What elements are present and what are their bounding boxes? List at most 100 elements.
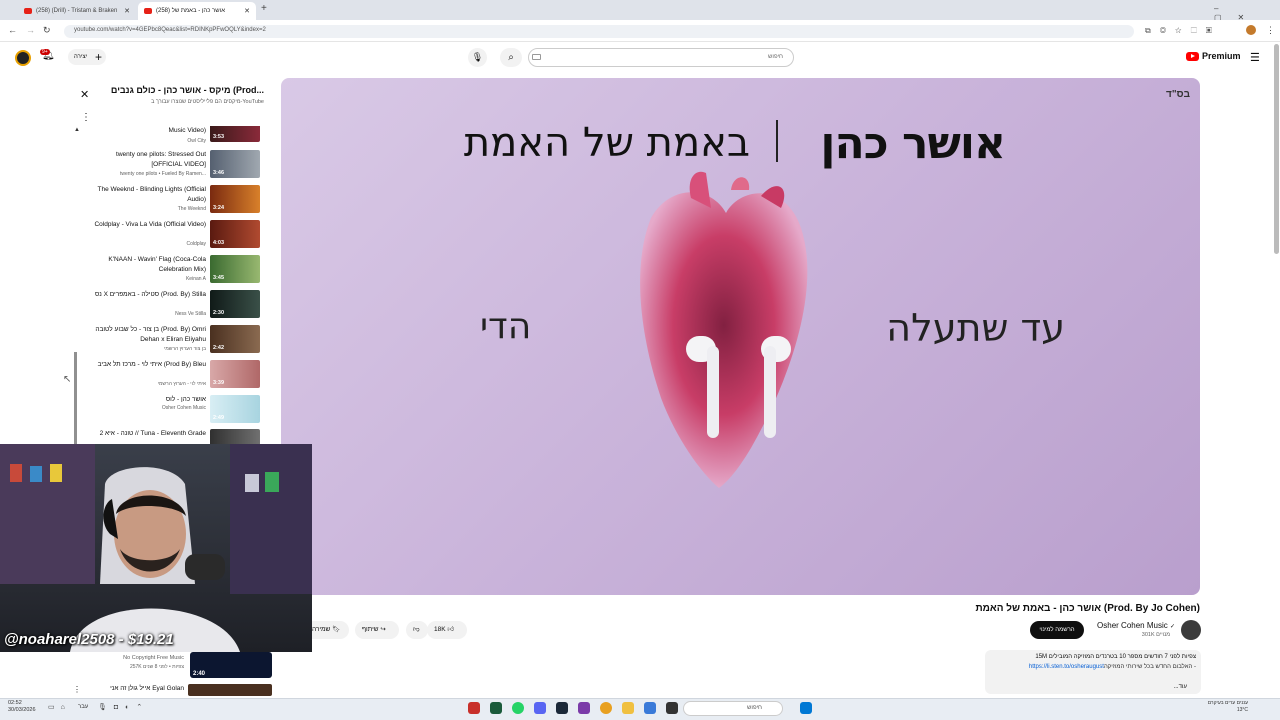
duration-badge: 4:03: [213, 240, 225, 246]
create-button[interactable]: יצירה +: [68, 49, 106, 65]
taskbar-app-icon-3[interactable]: [644, 702, 656, 714]
windows-start-icon[interactable]: [800, 702, 812, 714]
cover-song-title: באמת של האמת: [463, 120, 750, 166]
discord-icon[interactable]: [534, 702, 546, 714]
browser-toolbar-icons[interactable]: ⧉◎☆⬚▣: [1145, 26, 1221, 36]
item-more-icon[interactable]: ⋮: [73, 685, 81, 694]
share-label: שיתוף: [362, 626, 379, 633]
playlist-item[interactable]: 2:30 נס X סטילה - באמפרים (Prod. By) Sti…: [74, 288, 272, 322]
tab-label: (258) אושר כהן - באמת של: [156, 8, 225, 14]
url-field[interactable]: youtube.com/watch?v=4GEPbc8Qeac&list=RDI…: [64, 25, 1134, 38]
close-tab-icon[interactable]: ✕: [124, 7, 130, 15]
cover-divider: [776, 120, 778, 162]
tab-label: (258) (Drill) - Tristam & Braken: [36, 8, 118, 14]
like-button[interactable]: 18K 👍︎: [427, 621, 467, 639]
close-tab-icon[interactable]: ✕: [244, 7, 250, 15]
language-indicator[interactable]: עבר: [78, 704, 88, 710]
playlist-item[interactable]: 2:49 אושר כהן - לוס Osher Cohen Music: [74, 393, 272, 427]
cover-label: בס"ד: [1166, 89, 1190, 100]
duration-badge: 2:30: [213, 310, 225, 316]
clock-date: 30/03/2026: [8, 707, 36, 713]
video-title: אושר כהן - באמת של האמת (Prod. By Jo Coh…: [975, 603, 1200, 614]
video-thumbnail: 4:03: [210, 220, 260, 248]
share-button[interactable]: שיתוף ↪: [355, 621, 399, 639]
dislike-button[interactable]: 👎︎: [406, 621, 428, 639]
below-item-thumbnail-2[interactable]: [188, 684, 272, 696]
item-title: Coldplay - Viva La Vida (Official Video): [94, 221, 206, 228]
youtube-premium-logo[interactable]: Premium: [1186, 51, 1241, 61]
browser-tab-1[interactable]: (258) (Drill) - Tristam & Braken ✕: [18, 2, 136, 20]
playlist-item[interactable]: 3:53 Music Video) Owl City: [74, 126, 272, 144]
show-more-link[interactable]: ...עוד: [1174, 684, 1187, 690]
description-line: https://li.sten.to/osheraugustהאלבום החד…: [1029, 664, 1196, 670]
reload-icon[interactable]: ↻: [43, 25, 51, 36]
verified-check-icon: ✓: [1169, 624, 1175, 630]
item-channel: twenty one pilots • Fueled By Ramen...: [120, 171, 206, 177]
forward-icon[interactable]: →: [26, 25, 35, 35]
file-explorer-icon[interactable]: [622, 702, 634, 714]
description-stats: 15M צפיות לפני 7 חודשים מספר 10 בטרנדים …: [1035, 654, 1196, 660]
duration-badge: 3:39: [213, 380, 225, 386]
item-title: twenty one pilots: Stressed Out [OFFICIA…: [116, 151, 206, 168]
whatsapp-icon[interactable]: [512, 702, 524, 714]
youtube-favicon-icon: [144, 8, 152, 14]
item-title: טונה - איא 2 // Tuna - Eleventh Grade: [99, 430, 206, 437]
taskbar-app-icon-2[interactable]: [578, 702, 590, 714]
save-label: שמירה: [312, 626, 331, 633]
playlist-more-icon[interactable]: ⋮: [81, 112, 91, 123]
description-link[interactable]: https://li.sten.to/osheraugust: [1029, 664, 1104, 670]
search-input[interactable]: חיפוש: [528, 48, 794, 67]
video-thumbnail: [210, 429, 260, 444]
account-avatar[interactable]: [15, 50, 31, 66]
scroll-up-arrow-icon[interactable]: ▲: [74, 127, 80, 133]
browser-tab-2[interactable]: (258) אושר כהן - באמת של ✕: [138, 2, 256, 20]
taskbar-clock[interactable]: 02:52 30/03/2026: [8, 700, 36, 714]
hamburger-menu-icon[interactable]: ☰: [1250, 51, 1260, 64]
tray-icons[interactable]: ▭⌂: [48, 703, 71, 711]
taskbar-app-icon-4[interactable]: [666, 702, 678, 714]
close-playlist-icon[interactable]: ✕: [80, 88, 89, 101]
system-tray-icons[interactable]: 🎙︎◘◐⌃: [98, 703, 149, 711]
playlist-item[interactable]: 3:24 The Weeknd - Blinding Lights (Offic…: [74, 183, 272, 217]
keyboard-icon[interactable]: [532, 54, 541, 60]
playlist-item[interactable]: 3:46 twenty one pilots: Stressed Out [OF…: [74, 148, 272, 182]
playlist-item[interactable]: 2:42 בן צור - כל שבוע לטובה (Prod. By) O…: [74, 323, 272, 357]
item-title: נס X סטילה - באמפרים (Prod. By) Stilla: [95, 291, 206, 298]
back-icon[interactable]: ←: [8, 25, 17, 35]
subscriber-count: 301K מנויים: [1141, 632, 1170, 638]
new-tab-button[interactable]: +: [261, 3, 267, 14]
plus-icon: +: [94, 50, 102, 64]
item-title: K'NAAN - Wavin' Flag (Coca-Cola Celebrat…: [108, 256, 206, 273]
video-thumbnail: 2:42: [210, 325, 260, 353]
item-channel: Coldplay: [186, 241, 206, 247]
duration-badge: 3:24: [213, 205, 225, 211]
search-icon[interactable]: ⌕: [500, 48, 522, 67]
subscribe-button[interactable]: הרשמה למינוי: [1030, 621, 1084, 639]
webcam-scene: [0, 444, 312, 652]
steam-icon[interactable]: [556, 702, 568, 714]
profile-avatar-icon[interactable]: [1246, 25, 1256, 35]
playlist-item[interactable]: טונה - איא 2 // Tuna - Eleventh Grade: [74, 427, 272, 444]
video-thumbnail: 3:53: [210, 126, 260, 142]
taskbar-app-icon[interactable]: [468, 702, 480, 714]
taskbar-search[interactable]: חיפוש: [683, 701, 783, 716]
item-title: איתי לוי - מרכז תל אביב (Prod By) Bleu: [97, 361, 206, 368]
playlist-item[interactable]: 4:03 Coldplay - Viva La Vida (Official V…: [74, 218, 272, 252]
weather-temp: 13°C: [1236, 707, 1248, 713]
playlist-scrollbar[interactable]: [74, 352, 77, 444]
taskbar-weather[interactable]: עננים ערים בעיקרם 13°C: [1208, 700, 1248, 714]
chrome-icon[interactable]: [600, 702, 612, 714]
channel-name[interactable]: Osher Cohen Music ✓: [1097, 621, 1175, 630]
notification-badge: 9+: [40, 49, 50, 55]
page-scrollbar[interactable]: [1274, 44, 1279, 254]
channel-avatar[interactable]: [1181, 620, 1201, 640]
browser-menu-icon[interactable]: ⋮: [1266, 25, 1275, 36]
below-item-thumbnail[interactable]: 2:40: [190, 652, 272, 678]
youtube-favicon-icon: [24, 8, 32, 14]
voice-search-mic-icon[interactable]: 🎙︎: [468, 48, 487, 67]
thumbs-up-icon: 👍︎: [447, 626, 455, 633]
item-channel: Ness Ve Stilla: [175, 311, 206, 317]
playlist-item[interactable]: 3:45 K'NAAN - Wavin' Flag (Coca-Cola Cel…: [74, 253, 272, 287]
playlist-item[interactable]: 3:39 איתי לוי - מרכז תל אביב (Prod By) B…: [74, 358, 272, 392]
taskbar-terminal-icon[interactable]: [490, 702, 502, 714]
